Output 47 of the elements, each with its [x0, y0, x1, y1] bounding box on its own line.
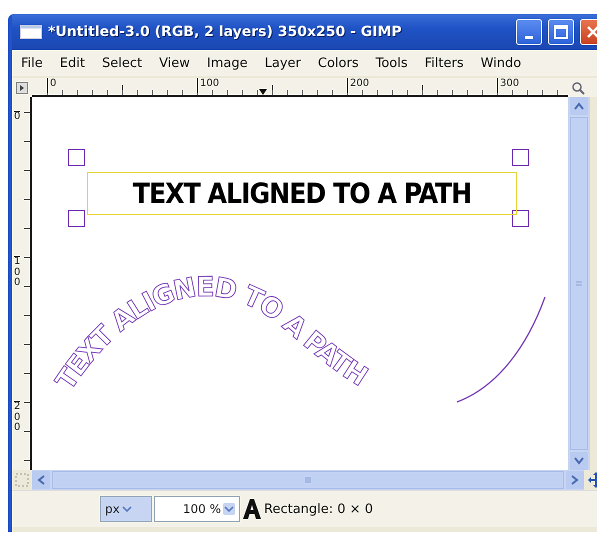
text-layer-frame[interactable]: TEXT ALIGNED TO A PATH — [87, 172, 517, 215]
menu-item[interactable]: Select — [92, 56, 150, 70]
ruler-label: 100 — [14, 256, 20, 288]
ruler-label: 0 — [47, 78, 56, 93]
minimize-icon — [525, 36, 533, 38]
menu-item[interactable]: Filters — [416, 56, 472, 70]
unit-dropdown[interactable]: px — [100, 496, 152, 522]
menu-item[interactable]: Layer — [256, 56, 309, 70]
chevron-up-icon — [574, 102, 584, 110]
chevron-icon — [223, 503, 235, 515]
ruler-label: 200 — [347, 78, 370, 93]
ruler-label: 100 — [197, 78, 220, 93]
scrollbar-thumb[interactable] — [570, 117, 588, 450]
window-title: *Untitled-3.0 (RGB, 2 layers) 350x250 - GIMP — [48, 24, 403, 40]
chevron-icon — [122, 506, 132, 512]
status-message: Rectangle: 0 × 0 — [264, 502, 373, 516]
chevron-down-icon — [574, 457, 584, 465]
menu-item[interactable]: Colors — [308, 56, 367, 70]
chevron-right-icon — [571, 475, 579, 485]
scroll-right-button[interactable] — [566, 471, 584, 489]
chevron-left-icon — [37, 475, 45, 485]
pointer-marker-icon — [259, 89, 267, 95]
scroll-left-button[interactable] — [32, 471, 50, 489]
menu-item[interactable]: File — [12, 56, 51, 70]
menu-item[interactable]: Image — [198, 56, 256, 70]
text-tool-icon — [242, 498, 262, 520]
maximize-icon — [554, 25, 568, 39]
menu-item[interactable]: Tools — [366, 56, 416, 70]
menu-item[interactable]: Windo — [472, 56, 530, 70]
zoom-dropdown[interactable]: 100 % — [154, 496, 240, 522]
maximize-button[interactable] — [548, 19, 574, 45]
menu-item[interactable]: View — [150, 56, 198, 70]
zoom-icon[interactable] — [571, 80, 585, 94]
resize-handle[interactable] — [512, 149, 529, 166]
scroll-up-button[interactable] — [570, 97, 588, 115]
window-icon — [20, 25, 42, 39]
menu-item[interactable]: Edit — [50, 56, 93, 70]
resize-handle[interactable] — [512, 210, 529, 227]
canvas-text: TEXT ALIGNED TO A PATH — [132, 177, 472, 210]
scrollbar-thumb[interactable] — [52, 471, 564, 489]
minimize-button[interactable] — [516, 19, 542, 45]
ruler-label: 300 — [497, 78, 520, 93]
resize-handle[interactable] — [68, 149, 85, 166]
close-icon — [586, 25, 597, 39]
resize-handle[interactable] — [68, 210, 85, 227]
scroll-down-button[interactable] — [570, 452, 588, 470]
ruler-label: 0 — [14, 111, 20, 122]
